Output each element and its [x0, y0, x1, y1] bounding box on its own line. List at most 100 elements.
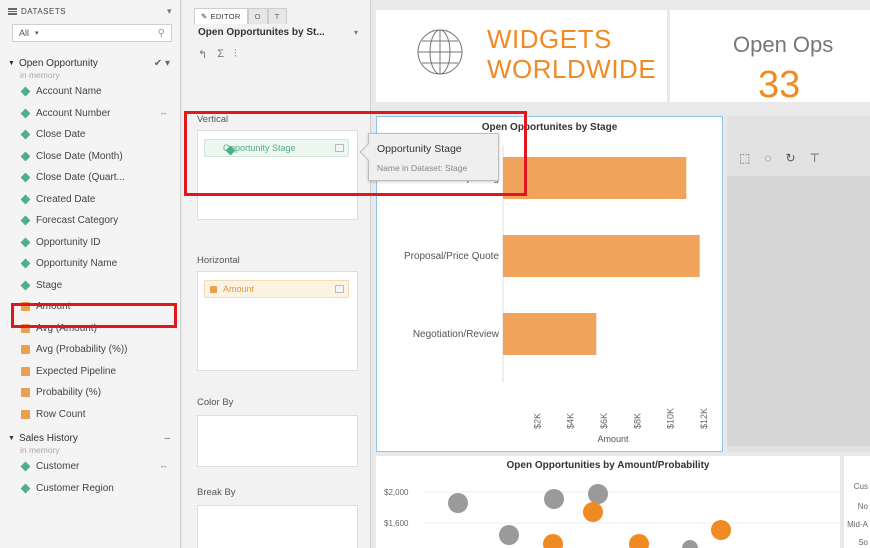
map-widget[interactable]: ⬚ ◌ ↻ ⊤: [727, 116, 870, 452]
scatter-point: [588, 484, 608, 504]
tab-editor[interactable]: ✎ EDITOR: [194, 8, 248, 24]
field-label: Close Date (Quart...: [36, 172, 125, 184]
brand-line-1: WIDGETS: [487, 24, 612, 54]
dataset-filter-select[interactable]: All ▾ ⚲: [12, 24, 172, 42]
break-by-drop-zone[interactable]: [197, 505, 358, 548]
dataset-sales-history[interactable]: ▼ Sales History –: [0, 431, 180, 445]
vertical-field-pill[interactable]: Opportunity Stage: [204, 139, 349, 157]
calculated-measure-icon: [21, 345, 30, 354]
field-label: Forecast Category: [36, 215, 119, 227]
chart-type-icon[interactable]: ⫶: [234, 48, 237, 61]
collapse-triangle-icon[interactable]: ▼: [8, 60, 15, 67]
field-item[interactable]: Opportunity ID: [0, 232, 180, 254]
collapse-triangle-icon[interactable]: ▼: [8, 435, 15, 442]
legend-widget[interactable]: Cus No Mid-A So: [844, 456, 870, 548]
field-item[interactable]: Forecast Category: [0, 210, 180, 232]
tab-text[interactable]: T: [267, 8, 287, 24]
field-item[interactable]: Opportunity Name: [0, 253, 180, 275]
scatter-point: [629, 534, 649, 548]
field-item[interactable]: Row Count: [0, 404, 180, 426]
kpi-value: 33: [758, 64, 801, 106]
dimension-icon: [20, 194, 31, 204]
link-icon[interactable]: ↔: [159, 460, 168, 470]
field-label: Expected Pipeline: [36, 365, 117, 377]
field-label: Stage: [36, 279, 63, 291]
pill-menu-icon[interactable]: [335, 144, 344, 152]
field-label: Close Date: [36, 129, 86, 141]
date-dimension-icon: [20, 151, 31, 161]
dataset-status: in memory: [20, 70, 60, 80]
scatter-point: [499, 525, 519, 545]
dimension-icon: [20, 483, 31, 493]
box-select-icon[interactable]: ⬚: [739, 151, 750, 165]
field-label: Opportunity ID: [36, 236, 101, 248]
scatter-plot: [424, 484, 840, 548]
field-item[interactable]: Customer ↔: [0, 456, 180, 478]
field-item[interactable]: Account Name: [0, 81, 180, 103]
kpi-widget[interactable]: Open Ops 33: [670, 10, 870, 106]
field-item[interactable]: Close Date (Quart...: [0, 167, 180, 189]
color-by-drop-zone[interactable]: [197, 415, 358, 467]
x-tick-label: $4K: [566, 413, 576, 429]
reset-view-icon[interactable]: ↻: [785, 151, 795, 165]
field-label: Account Name: [36, 86, 102, 98]
field-label: Customer: [36, 461, 80, 473]
legend-label: Mid-A: [847, 520, 868, 529]
field-item[interactable]: Probability (%): [0, 382, 180, 404]
chevron-down-icon: ▾: [35, 30, 39, 37]
x-tick-label: $8K: [632, 413, 642, 429]
pencil-icon: ✎: [201, 12, 208, 21]
field-item[interactable]: Avg (Amount): [0, 318, 180, 340]
dimension-icon: [20, 129, 31, 140]
chevron-down-icon[interactable]: ▾: [167, 6, 172, 17]
search-icon[interactable]: ⚲: [158, 28, 165, 39]
field-item[interactable]: Customer Region: [0, 478, 180, 500]
tab-settings[interactable]: O: [247, 8, 268, 24]
chevron-down-icon[interactable]: ▾: [354, 28, 358, 37]
link-icon[interactable]: ↔: [159, 107, 168, 117]
horizontal-pill-label: Amount: [223, 284, 255, 294]
editor-tabs: ✎ EDITOR O T: [182, 0, 370, 24]
vertical-drop-zone[interactable]: Opportunity Stage: [197, 130, 358, 220]
scatter-chart-widget[interactable]: Open Opportunities by Amount/Probability…: [376, 456, 840, 548]
swap-axes-icon[interactable]: ↰: [198, 48, 207, 61]
field-item[interactable]: Account Number ↔: [0, 103, 180, 125]
pill-menu-icon[interactable]: [335, 285, 344, 293]
field-item[interactable]: Expected Pipeline: [0, 361, 180, 383]
dataset-open-opportunity[interactable]: ▼ Open Opportunity ✔ ▾: [0, 56, 180, 70]
dataset-status: in memory: [20, 445, 60, 455]
dimension-icon: [20, 237, 31, 247]
datasets-sidebar: DATASETS ▾ All ▾ ⚲ ▼ Open Opportunity ✔ …: [0, 0, 181, 548]
calculated-measure-icon: [21, 323, 30, 333]
field-item[interactable]: Avg (Probability (%)): [0, 339, 180, 361]
filter-icon[interactable]: ⊤: [810, 151, 820, 165]
bar: [503, 313, 597, 355]
field-label: Account Number: [36, 107, 111, 119]
brand-line-2: WORLDWIDE: [487, 54, 657, 84]
dimension-icon: [20, 215, 31, 226]
category-label: Negotiation/Review: [413, 329, 500, 340]
dataset-name: Open Opportunity: [18, 57, 98, 69]
x-tick-label: $6K: [599, 413, 609, 429]
horizontal-field-pill[interactable]: Amount: [204, 280, 349, 298]
field-item[interactable]: Stage: [0, 275, 180, 297]
datasets-header[interactable]: DATASETS ▾: [0, 0, 180, 22]
color-by-section-label: Color By: [197, 396, 234, 408]
widget-title[interactable]: Open Opportunites by St... ▾: [182, 22, 370, 42]
lasso-select-icon[interactable]: ◌: [764, 151, 771, 165]
field-label: Amount: [36, 301, 71, 313]
field-item[interactable]: Amount: [0, 296, 180, 318]
field-item[interactable]: Close Date: [0, 124, 180, 146]
x-tick-label: $10K: [666, 408, 676, 429]
editor-panel: ✎ EDITOR O T Open Opportunites by St... ▾…: [182, 0, 371, 548]
brand-header-widget[interactable]: WIDGETS WORLDWIDE: [376, 10, 667, 102]
calculated-measure-icon: [21, 366, 30, 376]
dataset-actions-icon[interactable]: ✔ ▾: [154, 58, 180, 69]
sum-icon[interactable]: Σ: [217, 48, 224, 60]
field-label: Customer Region: [36, 482, 114, 494]
field-item[interactable]: Created Date: [0, 189, 180, 211]
dataset-actions-icon[interactable]: –: [164, 433, 180, 444]
field-item[interactable]: Close Date (Month): [0, 146, 180, 168]
horizontal-drop-zone[interactable]: Amount: [197, 271, 358, 371]
kpi-label: Open Ops: [733, 32, 834, 57]
